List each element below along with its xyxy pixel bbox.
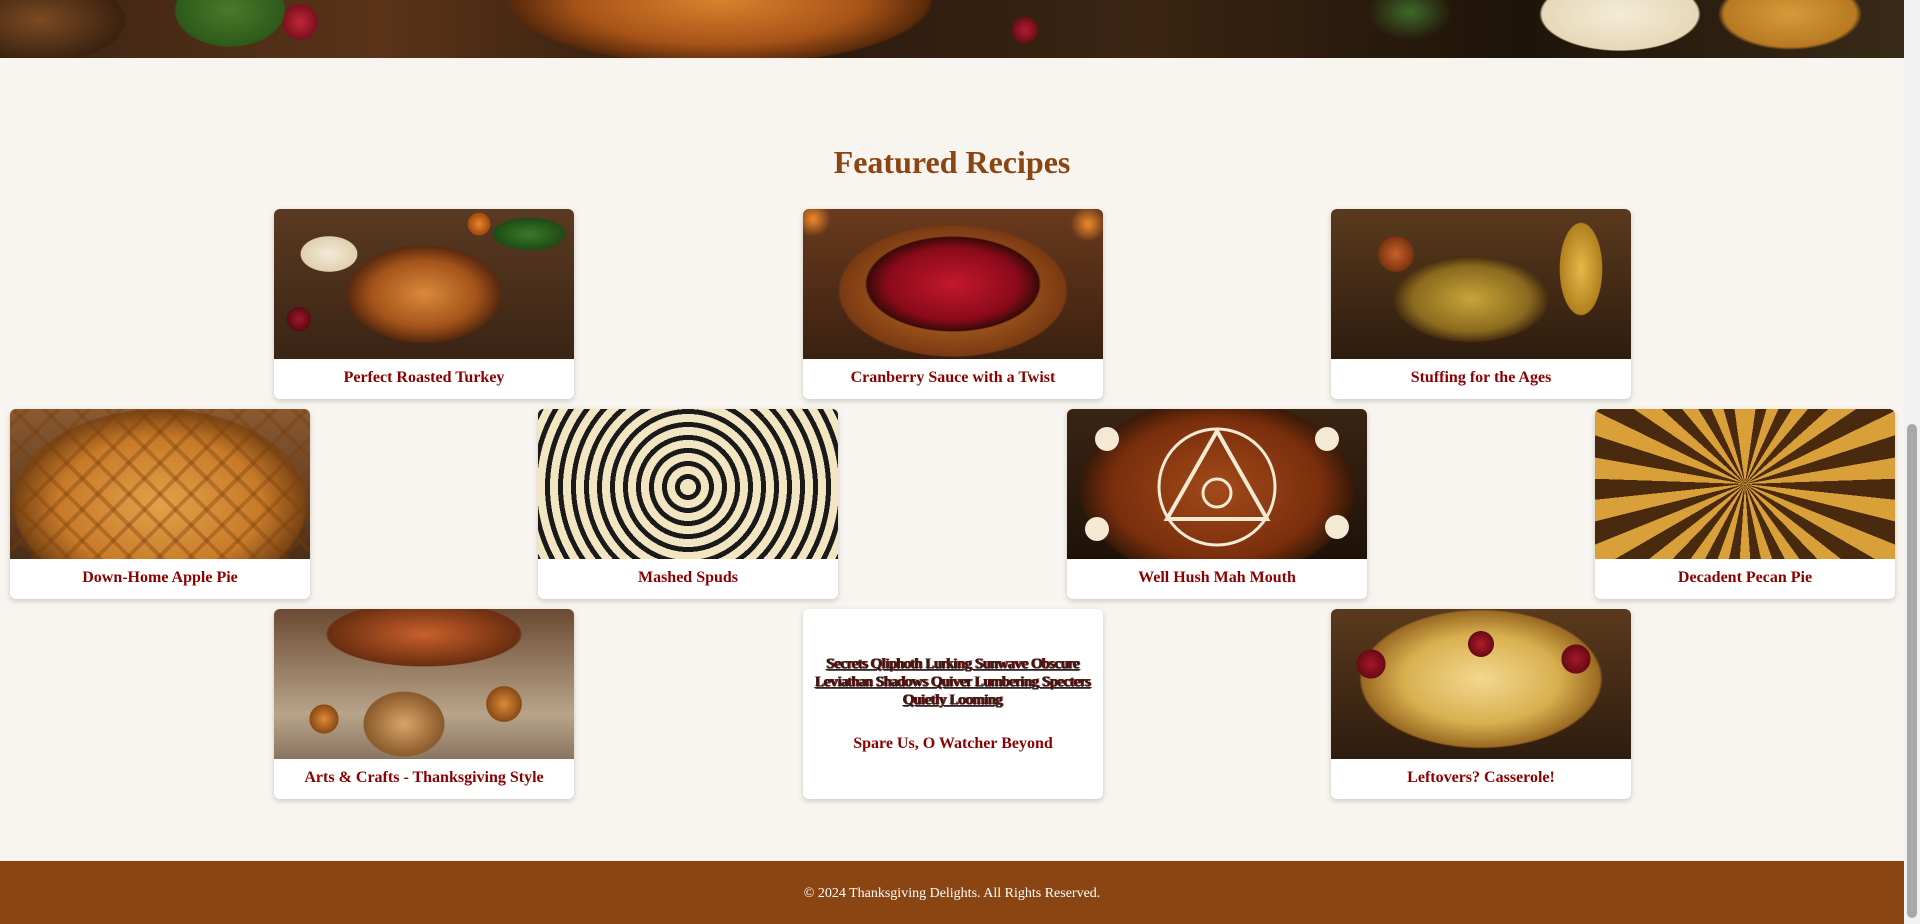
scrollbar-thumb[interactable] — [1907, 424, 1917, 918]
recipe-card-pumpkin-pie[interactable]: Well Hush Mah Mouth — [1067, 409, 1367, 599]
recipe-title[interactable]: Decadent Pecan Pie — [1595, 569, 1895, 587]
recipe-title[interactable]: Mashed Spuds — [538, 569, 838, 587]
recipe-title[interactable]: Cranberry Sauce with a Twist — [803, 369, 1103, 387]
table-crafts-image[interactable] — [274, 609, 574, 759]
recipe-card-pecan-pie[interactable]: Decadent Pecan Pie — [1595, 409, 1895, 599]
section-title: Featured Recipes — [833, 144, 1071, 180]
recipe-card-stuffing[interactable]: Stuffing for the Ages — [1331, 209, 1631, 399]
vertical-scrollbar[interactable] — [1904, 0, 1920, 924]
recipe-card-turkey[interactable]: Perfect Roasted Turkey — [274, 209, 574, 399]
recipe-title[interactable]: Well Hush Mah Mouth — [1067, 569, 1367, 587]
recipe-card-crafts[interactable]: Arts & Crafts - Thanksgiving Style — [274, 609, 574, 799]
recipe-title[interactable]: Spare Us, O Watcher Beyond — [803, 735, 1103, 753]
hero-banner-image — [0, 0, 1904, 58]
pecan-pie-image[interactable] — [1595, 409, 1895, 559]
footer: © 2024 Thanksgiving Delights. All Rights… — [0, 861, 1904, 924]
recipe-card-apple-pie[interactable]: Down-Home Apple Pie — [10, 409, 310, 599]
recipe-title[interactable]: Down-Home Apple Pie — [10, 569, 310, 587]
roasted-turkey-image[interactable] — [274, 209, 574, 359]
mashed-potatoes-image[interactable] — [538, 409, 838, 559]
apple-pie-image[interactable] — [10, 409, 310, 559]
recipe-title[interactable]: Stuffing for the Ages — [1331, 369, 1631, 387]
cranberry-sauce-image[interactable] — [803, 209, 1103, 359]
page: Featured Recipes Perfect Roasted Turkey … — [0, 0, 1904, 924]
pumpkin-pie-image[interactable] — [1067, 409, 1367, 559]
recipe-card-cranberry[interactable]: Cranberry Sauce with a Twist — [803, 209, 1103, 399]
recipe-title[interactable]: Perfect Roasted Turkey — [274, 369, 574, 387]
stuffing-image[interactable] — [1331, 209, 1631, 359]
copyright-text: © 2024 Thanksgiving Delights. All Rights… — [803, 886, 1101, 901]
triangle-symbol-icon — [1085, 426, 1349, 547]
broken-image-alt-text[interactable]: Secrets Qliphoth Lurking Sunwave Obscure… — [807, 655, 1099, 709]
recipe-card-watcher[interactable]: Secrets Qliphoth Lurking Sunwave Obscure… — [803, 609, 1103, 799]
casserole-image[interactable] — [1331, 609, 1631, 759]
recipe-card-casserole[interactable]: Leftovers? Casserole! — [1331, 609, 1631, 799]
recipe-title[interactable]: Arts & Crafts - Thanksgiving Style — [274, 769, 574, 787]
recipe-title[interactable]: Leftovers? Casserole! — [1331, 769, 1631, 787]
recipe-card-mashed-spuds[interactable]: Mashed Spuds — [538, 409, 838, 599]
